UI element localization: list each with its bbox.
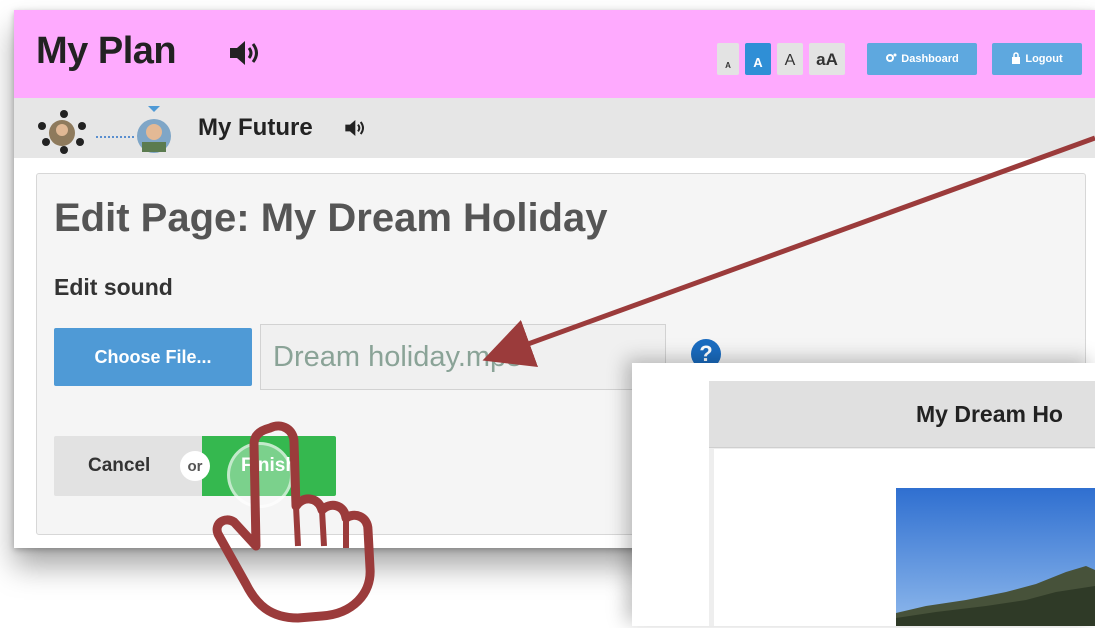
gear-icon [885, 52, 897, 67]
page-title: Edit Page: My Dream Holiday [54, 196, 608, 240]
pointing-hand-icon [212, 421, 375, 623]
font-size-controls: A A A aA [717, 43, 845, 75]
font-size-xs-button[interactable]: A [717, 43, 739, 75]
preview-title: My Dream Ho [916, 401, 1063, 427]
section-label: Edit sound [54, 274, 173, 300]
holiday-photo [896, 488, 1095, 626]
choose-file-button[interactable]: Choose File... [54, 328, 252, 386]
breadcrumb: My Future [14, 98, 1095, 158]
app-title: My Plan [36, 30, 177, 72]
dashboard-button[interactable]: Dashboard [867, 43, 977, 75]
speaker-icon[interactable] [344, 118, 368, 143]
file-name-field[interactable]: Dream holiday.mp3 [260, 324, 666, 390]
or-separator: or [180, 451, 210, 481]
breadcrumb-current[interactable]: My Future [198, 114, 313, 142]
dashboard-label: Dashboard [901, 53, 959, 65]
page-preview-card: My Dream Ho [632, 363, 1095, 626]
speaker-icon[interactable] [228, 38, 264, 73]
font-size-large-button[interactable]: aA [809, 43, 845, 75]
logout-label: Logout [1025, 53, 1063, 65]
breadcrumb-network-icon[interactable] [36, 106, 186, 161]
font-size-medium-button[interactable]: A [777, 43, 803, 75]
preview-frame: My Dream Ho [709, 381, 1095, 626]
preview-header: My Dream Ho [709, 381, 1095, 448]
app-header: My Plan A A A aA Dashboard Logout [14, 10, 1095, 99]
preview-body [714, 449, 1095, 626]
logout-button[interactable]: Logout [992, 43, 1082, 75]
font-size-small-button[interactable]: A [745, 43, 771, 75]
lock-icon [1011, 51, 1021, 67]
